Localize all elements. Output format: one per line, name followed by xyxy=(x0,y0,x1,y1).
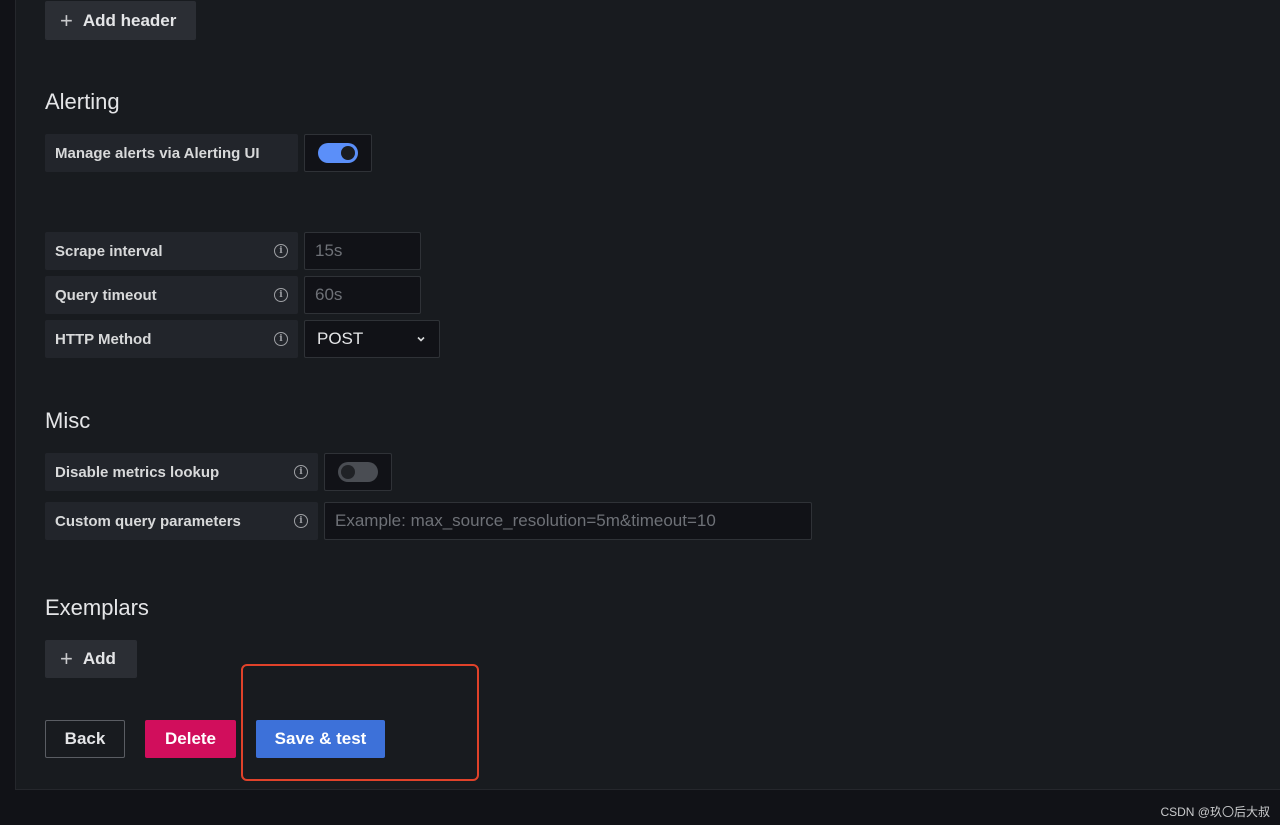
query-timeout-input[interactable]: 60s xyxy=(304,276,421,314)
plus-icon: + xyxy=(60,646,73,671)
delete-button[interactable]: Delete xyxy=(145,720,236,758)
scrape-interval-placeholder: 15s xyxy=(315,241,343,260)
scrape-interval-input[interactable]: 15s xyxy=(304,232,421,270)
info-icon[interactable]: i xyxy=(274,332,288,346)
info-icon[interactable]: i xyxy=(274,288,288,302)
chevron-down-icon xyxy=(417,336,425,342)
back-button[interactable]: Back xyxy=(45,720,125,758)
manage-alerts-toggle[interactable] xyxy=(318,143,358,163)
manage-alerts-label: Manage alerts via Alerting UI xyxy=(55,144,260,162)
query-timeout-placeholder: 60s xyxy=(315,285,343,304)
highlight-annotation xyxy=(241,664,479,781)
exemplars-title: Exemplars xyxy=(45,595,149,620)
disable-metrics-label: Disable metrics lookup xyxy=(55,463,220,481)
http-method-label: HTTP Method xyxy=(55,330,152,348)
watermark: CSDN @玖〇后大叔 xyxy=(1160,805,1270,819)
misc-title: Misc xyxy=(45,408,91,433)
manage-alerts-toggle-wrap xyxy=(304,134,372,172)
scrape-interval-label-box: Scrape interval i xyxy=(45,232,298,270)
custom-params-label-box: Custom query parameters i xyxy=(45,502,318,540)
custom-params-placeholder: Example: max_source_resolution=5m&timeou… xyxy=(335,511,716,530)
add-exemplar-button[interactable]: + Add xyxy=(45,640,137,678)
info-icon[interactable]: i xyxy=(274,244,288,258)
plus-icon: + xyxy=(60,7,73,33)
http-method-select[interactable]: POST xyxy=(304,320,440,358)
disable-metrics-label-box: Disable metrics lookup i xyxy=(45,453,318,491)
info-icon[interactable]: i xyxy=(294,514,308,528)
info-icon[interactable]: i xyxy=(294,465,308,479)
disable-metrics-toggle-wrap xyxy=(324,453,392,491)
settings-panel xyxy=(15,0,1280,790)
query-timeout-label: Query timeout xyxy=(55,286,157,304)
add-header-label: Add header xyxy=(82,10,177,30)
http-method-label-box: HTTP Method i xyxy=(45,320,298,358)
alerting-title: Alerting xyxy=(45,89,120,114)
add-header-button[interactable]: + Add header xyxy=(45,1,196,40)
manage-alerts-label-box: Manage alerts via Alerting UI xyxy=(45,134,298,172)
disable-metrics-toggle[interactable] xyxy=(338,462,378,482)
add-exemplar-label: Add xyxy=(82,649,116,668)
http-method-value: POST xyxy=(317,329,364,348)
scrape-interval-label: Scrape interval xyxy=(55,242,163,260)
custom-params-label: Custom query parameters xyxy=(55,512,241,530)
query-timeout-label-box: Query timeout i xyxy=(45,276,298,314)
custom-params-input[interactable]: Example: max_source_resolution=5m&timeou… xyxy=(324,502,812,540)
